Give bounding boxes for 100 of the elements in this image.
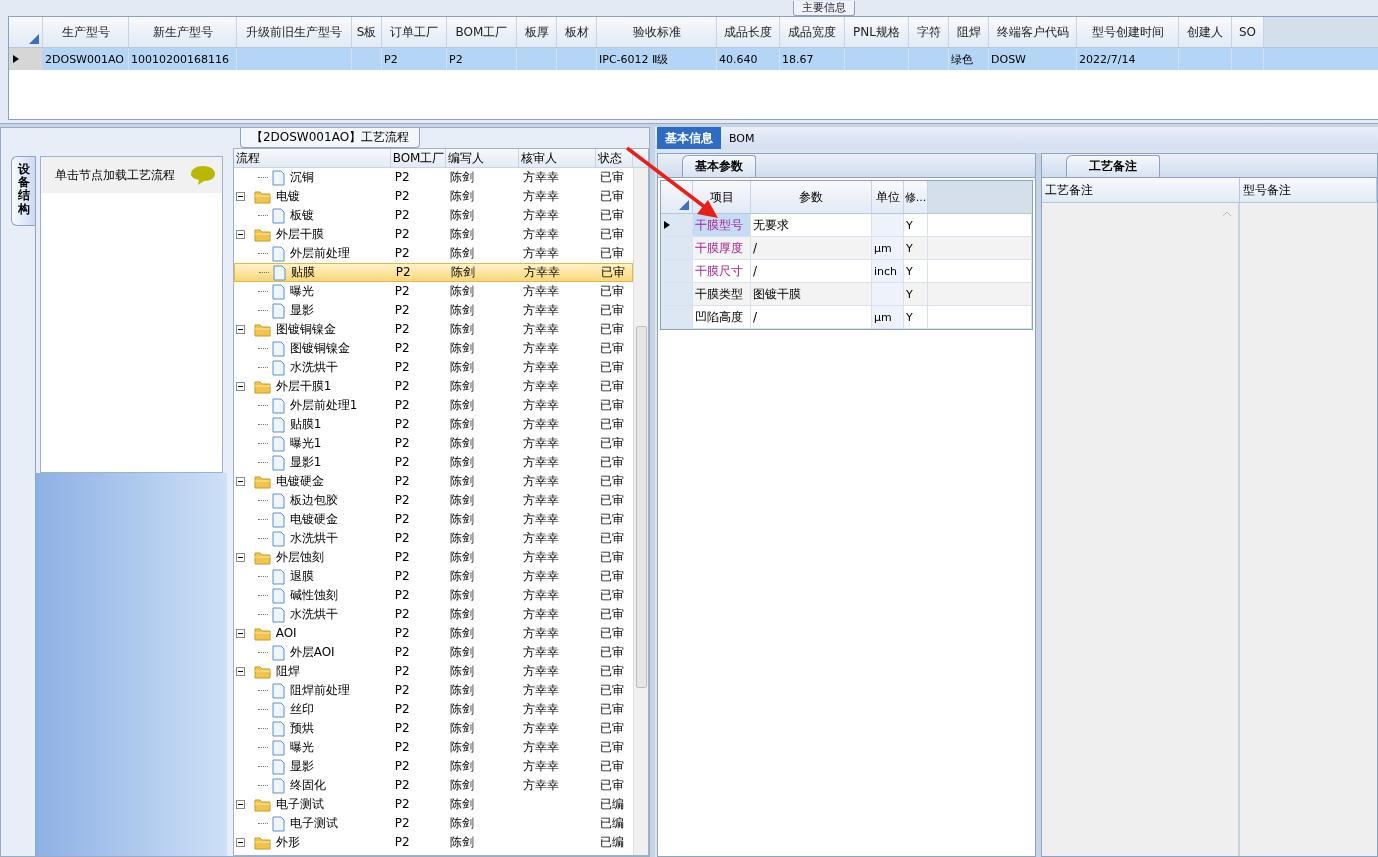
column-header[interactable]: S板 <box>352 17 382 47</box>
table-cell: P2 <box>394 379 410 393</box>
column-header[interactable]: 板厚 <box>517 17 557 47</box>
table-cell: 方幸幸 <box>522 683 559 697</box>
tree-row[interactable]: AOI P2 陈剑 方幸幸 已审 <box>233 624 633 643</box>
collapse-icon[interactable] <box>235 629 248 638</box>
table-cell: 已审 <box>599 360 624 374</box>
side-tab[interactable]: 设备结构 <box>11 156 35 226</box>
tree-row[interactable]: 外层前处理 P2 陈剑 方幸幸 已审 <box>233 244 633 263</box>
tree-row[interactable]: 电子测试 P2 陈剑 已编 <box>233 795 633 814</box>
document-icon <box>271 777 285 794</box>
column-header[interactable]: 成品长度 <box>717 17 780 47</box>
tree-row[interactable]: 阻焊前处理 P2 陈剑 方幸幸 已审 <box>233 681 633 700</box>
document-icon <box>271 720 285 737</box>
tree-row[interactable]: 水洗烘干 P2 陈剑 方幸幸 已审 <box>233 605 633 624</box>
collapse-icon[interactable] <box>235 382 248 391</box>
table-cell: P2 <box>394 797 410 811</box>
tree-row[interactable]: 外形 P2 陈剑 已编 <box>233 833 633 852</box>
table-cell: 方幸幸 <box>522 664 559 678</box>
column-header[interactable]: 核审人 <box>518 149 596 167</box>
tree-row[interactable]: 外层AOI P2 陈剑 方幸幸 已审 <box>233 643 633 662</box>
tree-row[interactable]: 曝光1 P2 陈剑 方幸幸 已审 <box>233 434 633 453</box>
row-header[interactable] <box>9 48 43 70</box>
column-header[interactable]: 阻焊 <box>949 17 989 47</box>
table-cell: 已审 <box>599 664 624 678</box>
tree-row[interactable]: 外层干膜 P2 陈剑 方幸幸 已审 <box>233 225 633 244</box>
collapse-icon[interactable] <box>235 192 248 201</box>
document-icon <box>271 359 285 376</box>
collapse-icon[interactable] <box>235 477 248 486</box>
tree-row[interactable]: 外层前处理1 P2 陈剑 方幸幸 已审 <box>233 396 633 415</box>
column-header[interactable]: 编写人 <box>445 149 519 167</box>
tree-row[interactable]: 显影 P2 陈剑 方幸幸 已审 <box>233 757 633 776</box>
collapse-icon[interactable] <box>235 325 248 334</box>
tab[interactable]: BOM <box>721 127 763 149</box>
scrollbar[interactable] <box>632 168 648 855</box>
column-header[interactable]: 字符 <box>909 17 949 47</box>
tree-row[interactable]: 丝印 P2 陈剑 方幸幸 已审 <box>233 700 633 719</box>
tree-row[interactable]: 显影 P2 陈剑 方幸幸 已审 <box>233 301 633 320</box>
column-header[interactable]: 新生产型号 <box>129 17 237 47</box>
column-header[interactable]: 终端客户代码 <box>989 17 1077 47</box>
row-header[interactable] <box>661 214 693 236</box>
tree-row[interactable]: 终固化 P2 陈剑 方幸幸 已审 <box>233 776 633 795</box>
step-name: 曝光 <box>289 739 314 756</box>
column-header[interactable]: 状态 <box>595 149 633 167</box>
column-header[interactable]: 型号备注 <box>1240 178 1377 202</box>
column-header[interactable]: BOM工厂 <box>447 17 517 47</box>
step-name: 电镀硬金 <box>289 511 338 528</box>
tab[interactable]: 基本信息 <box>657 127 721 149</box>
tree-row[interactable]: 显影1 P2 陈剑 方幸幸 已审 <box>233 453 633 472</box>
column-header[interactable]: 参数 <box>751 181 872 213</box>
column-header[interactable]: PNL规格 <box>845 17 909 47</box>
column-header[interactable]: 验收标准 <box>597 17 717 47</box>
collapse-icon[interactable] <box>235 553 248 562</box>
column-header[interactable]: 订单工厂 <box>382 17 447 47</box>
column-header[interactable]: 单位 <box>872 181 904 213</box>
table-cell: 方幸幸 <box>522 588 559 602</box>
table-row[interactable]: 2DOSW001AO 10010200168116 P2 P2 IPC-6012 Ⅱ级 40.640 18.67 绿色 DOSW 2022/7/14 <box>9 48 1378 70</box>
tree-row[interactable]: 预烘 P2 陈剑 方幸幸 已审 <box>233 719 633 738</box>
table-cell: 干膜型号 <box>693 214 751 236</box>
tree-row[interactable]: 水洗烘干 P2 陈剑 方幸幸 已审 <box>233 358 633 377</box>
tree-row[interactable]: 碱性蚀刻 P2 陈剑 方幸幸 已审 <box>233 586 633 605</box>
tree-row[interactable]: 电子测试 P2 陈剑 已编 <box>233 814 633 833</box>
column-header[interactable]: 板材 <box>557 17 597 47</box>
tree-row[interactable]: 电镀硬金 P2 陈剑 方幸幸 已审 <box>233 510 633 529</box>
tree-row[interactable]: 沉铜 P2 陈剑 方幸幸 已审 <box>233 168 633 187</box>
column-header[interactable]: 成品宽度 <box>780 17 845 47</box>
table-cell: μm <box>872 306 904 328</box>
column-header[interactable]: 流程 <box>233 149 391 167</box>
tab[interactable]: 基本参数 <box>682 155 756 177</box>
tree-row[interactable]: 曝光 P2 陈剑 方幸幸 已审 <box>233 282 633 301</box>
tree-row[interactable]: 图镀铜镍金 P2 陈剑 方幸幸 已审 <box>233 320 633 339</box>
column-header[interactable]: 工艺备注 <box>1042 178 1240 202</box>
column-header[interactable]: 升级前旧生产型号 <box>237 17 352 47</box>
tree-row[interactable]: 板镀 P2 陈剑 方幸幸 已审 <box>233 206 633 225</box>
collapse-icon[interactable] <box>235 838 248 847</box>
table-cell: 已审 <box>599 588 624 602</box>
collapse-icon[interactable] <box>235 230 248 239</box>
tab[interactable]: 工艺备注 <box>1066 155 1160 177</box>
collapse-icon[interactable] <box>235 667 248 676</box>
tree-row[interactable]: 图镀铜镍金 P2 陈剑 方幸幸 已审 <box>233 339 633 358</box>
table-cell: 已审 <box>599 645 624 659</box>
tree-row[interactable]: 贴膜 P2 陈剑 方幸幸 已审 <box>233 263 633 282</box>
table-cell: 已审 <box>599 227 624 241</box>
tree-row[interactable]: 贴膜1 P2 陈剑 方幸幸 已审 <box>233 415 633 434</box>
tree-row[interactable]: 退膜 P2 陈剑 方幸幸 已审 <box>233 567 633 586</box>
tree-row[interactable]: 电镀硬金 P2 陈剑 方幸幸 已审 <box>233 472 633 491</box>
tree-row[interactable]: 阻焊 P2 陈剑 方幸幸 已审 <box>233 662 633 681</box>
tree-row[interactable]: 外层蚀刻 P2 陈剑 方幸幸 已审 <box>233 548 633 567</box>
table-cell: 已审 <box>599 303 624 317</box>
column-header[interactable]: BOM工厂 <box>390 149 446 167</box>
column-header[interactable]: 创建人 <box>1179 17 1232 47</box>
tree-row[interactable]: 水洗烘干 P2 陈剑 方幸幸 已审 <box>233 529 633 548</box>
tree-row[interactable]: 外层干膜1 P2 陈剑 方幸幸 已审 <box>233 377 633 396</box>
tree-row[interactable]: 板边包胶 P2 陈剑 方幸幸 已审 <box>233 491 633 510</box>
column-header[interactable]: 型号创建时间 <box>1077 17 1179 47</box>
collapse-icon[interactable] <box>235 800 248 809</box>
tree-row[interactable]: 曝光 P2 陈剑 方幸幸 已审 <box>233 738 633 757</box>
document-icon <box>271 283 285 300</box>
column-header[interactable]: 生产型号 <box>43 17 129 47</box>
tree-row[interactable]: 电镀 P2 陈剑 方幸幸 已审 <box>233 187 633 206</box>
